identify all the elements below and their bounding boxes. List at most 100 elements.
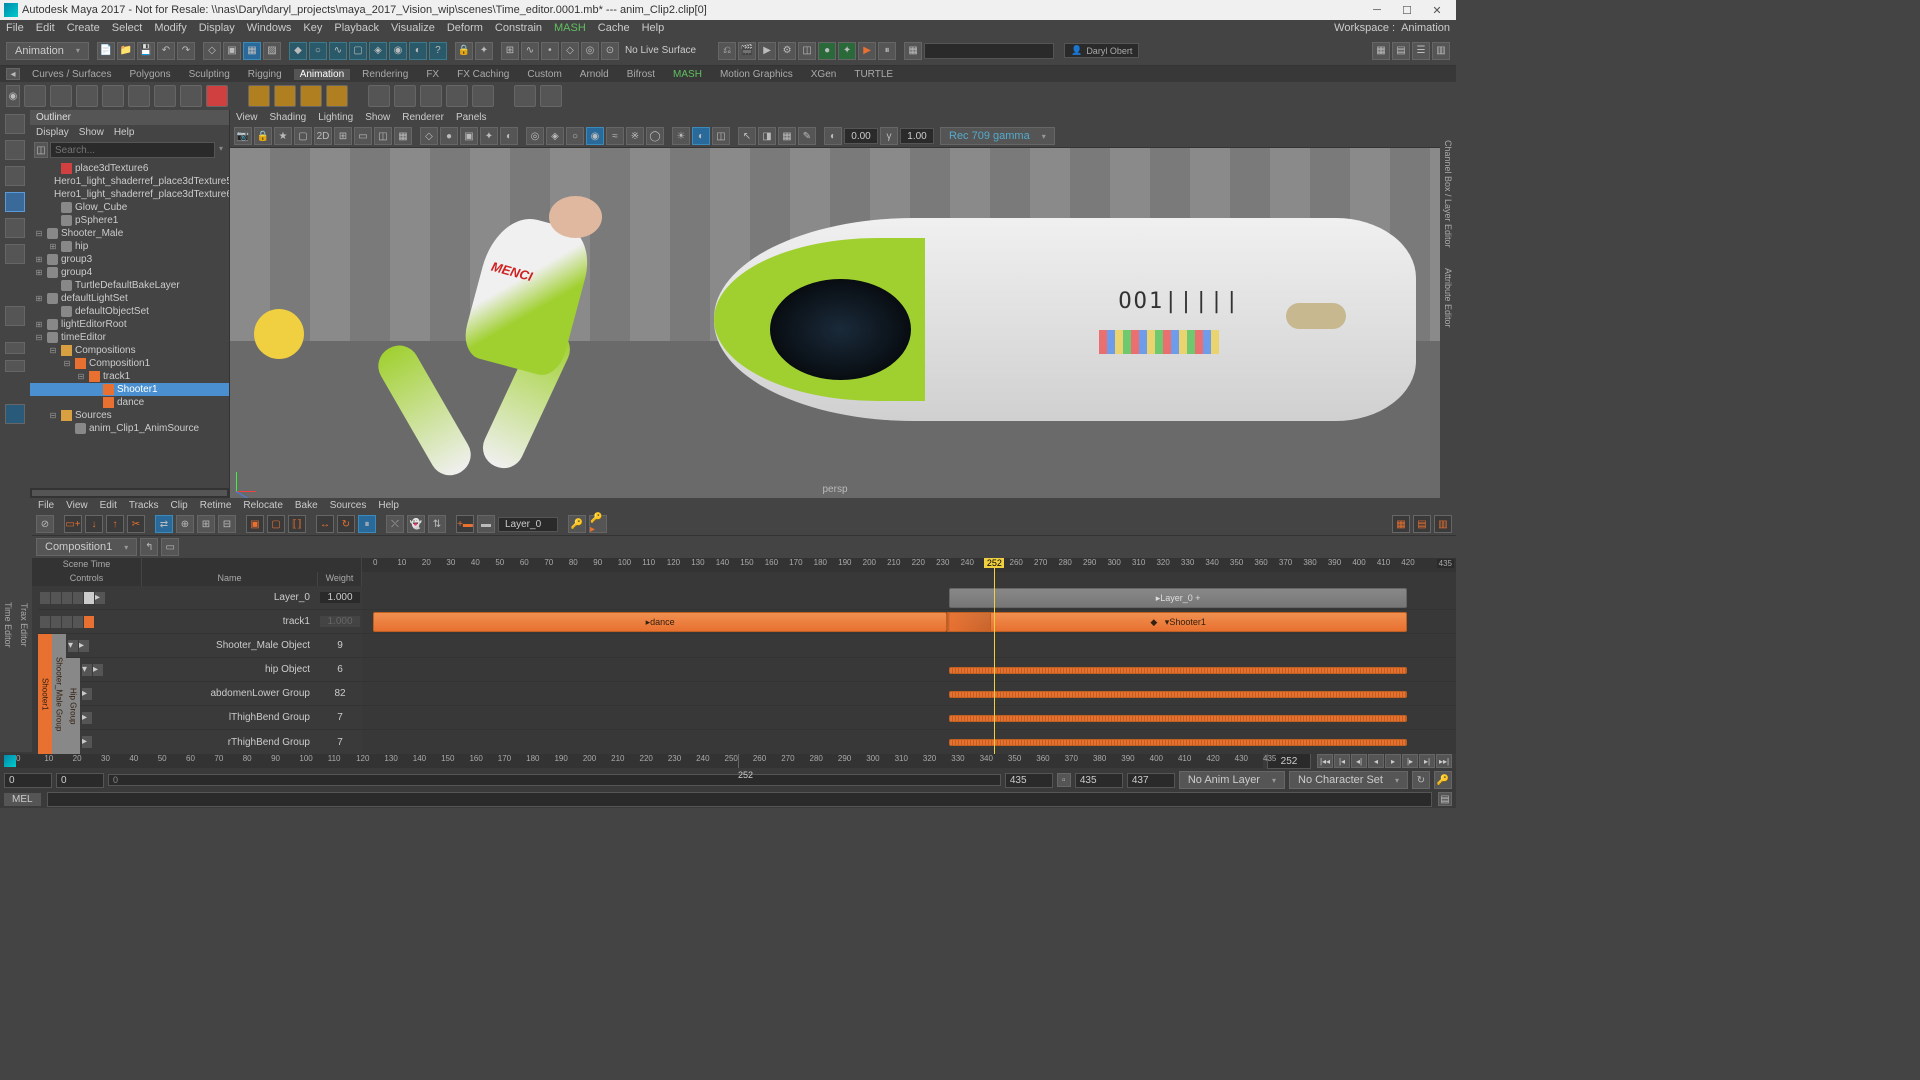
shelf-tab-fxcaching[interactable]: FX Caching <box>451 69 515 80</box>
menu-playback[interactable]: Playback <box>334 22 379 34</box>
time-slider[interactable]: 252 010203040506070809010011012013014015… <box>16 754 1263 768</box>
vp-menu-renderer[interactable]: Renderer <box>402 112 444 123</box>
shelf-quickrig-icon[interactable] <box>540 85 562 107</box>
vp-dof-icon[interactable]: ◯ <box>646 127 664 145</box>
shelf-setanimkey-icon[interactable] <box>50 85 72 107</box>
snap-grid-icon[interactable]: ⊞ <box>501 42 519 60</box>
mask-joint-icon[interactable]: ○ <box>309 42 327 60</box>
render-view-icon[interactable]: ◫ <box>798 42 816 60</box>
outliner-item[interactable]: Hero1_light_shaderref_place3dTexture6 <box>30 188 229 201</box>
step-forward-icon[interactable]: |▸ <box>1402 754 1418 768</box>
vp-greasepencil-icon[interactable]: ✎ <box>798 127 816 145</box>
te-track-shooter-obj[interactable]: ▾▸ Shooter_Male Object 9 <box>66 634 362 658</box>
outliner-item[interactable]: Hero1_light_shaderref_place3dTexture5 <box>30 175 229 188</box>
te-loop-icon[interactable]: ↻ <box>337 515 355 533</box>
mask-surface-icon[interactable]: ▢ <box>349 42 367 60</box>
te-snap2-icon[interactable]: ⊞ <box>197 515 215 533</box>
vp-ao-icon[interactable]: ◉ <box>586 127 604 145</box>
shelf-splineik-icon[interactable] <box>394 85 416 107</box>
te-crossfade-icon[interactable]: ⤬ <box>386 515 404 533</box>
te-track-lthigh[interactable]: ▸ lThighBend Group 7 <box>80 706 362 730</box>
te-track-track1[interactable]: track1 1.000 <box>38 610 362 634</box>
outliner-item[interactable]: ⊞group3 <box>30 253 229 266</box>
autokey-toggle-icon[interactable]: 🔑 <box>1434 771 1452 789</box>
te-track-abdomen[interactable]: ▸ abdomenLower Group 82 <box>80 682 362 706</box>
range-start-inner[interactable]: 0 <box>56 773 104 788</box>
te-group-shooter1[interactable]: Shooter1 <box>38 634 52 754</box>
vp-color-mgmt-icon[interactable]: ◐ <box>692 127 710 145</box>
te-menu-relocate[interactable]: Relocate <box>243 500 282 511</box>
range-start-outer[interactable]: 0 <box>4 773 52 788</box>
te-keyframes-lthigh[interactable] <box>949 715 1406 722</box>
menu-cache[interactable]: Cache <box>598 22 630 34</box>
sidebar-toggle-2-icon[interactable]: ▤ <box>1392 42 1410 60</box>
outliner-item[interactable]: ⊟Composition1 <box>30 357 229 370</box>
vp-shaded-icon[interactable]: ● <box>440 127 458 145</box>
te-group-hip[interactable]: Hip Group <box>66 658 80 754</box>
outliner-item[interactable]: ⊟Compositions <box>30 344 229 357</box>
outliner-item[interactable]: defaultObjectSet <box>30 305 229 318</box>
character-set-dropdown[interactable]: No Character Set <box>1289 771 1408 789</box>
te-scale-icon[interactable]: ↔ <box>316 515 334 533</box>
tab-channel-box[interactable]: Channel Box / Layer Editor <box>1443 130 1453 258</box>
te-composition-dropdown[interactable]: Composition1 <box>36 538 137 556</box>
goto-start-icon[interactable]: |◂◂ <box>1317 754 1333 768</box>
paint-select-tool-icon[interactable] <box>5 166 25 186</box>
menu-edit[interactable]: Edit <box>36 22 55 34</box>
playblast-icon[interactable]: ▶ <box>858 42 876 60</box>
snap-curve-icon[interactable]: ∿ <box>521 42 539 60</box>
outliner-tree[interactable]: place3dTexture6Hero1_light_shaderref_pla… <box>30 160 229 488</box>
user-badge[interactable]: 👤 Daryl Obert <box>1064 43 1139 58</box>
move-tool-icon[interactable] <box>5 192 25 212</box>
mask-misc-icon[interactable]: ? <box>429 42 447 60</box>
shelf-tab-fx[interactable]: FX <box>420 69 445 80</box>
vp-gate-mask-icon[interactable]: ▦ <box>394 127 412 145</box>
te-addlayer-icon[interactable]: +▬ <box>456 515 474 533</box>
vp-textured-icon[interactable]: ▣ <box>460 127 478 145</box>
mask-curve-icon[interactable]: ∿ <box>329 42 347 60</box>
vp-2d-icon[interactable]: 2D <box>314 127 332 145</box>
te-ripple-icon[interactable]: ⇄ <box>155 515 173 533</box>
menu-create[interactable]: Create <box>67 22 100 34</box>
mask-render-icon[interactable]: ◐ <box>409 42 427 60</box>
new-scene-icon[interactable]: 📄 <box>97 42 115 60</box>
shelf-scale-icon[interactable] <box>326 85 348 107</box>
vp-menu-show[interactable]: Show <box>365 112 390 123</box>
te-ungroup-icon[interactable]: ▢ <box>267 515 285 533</box>
te-match-icon[interactable]: ⇅ <box>428 515 446 533</box>
tab-time-editor[interactable]: Time Editor <box>3 602 13 648</box>
outliner-menu-help[interactable]: Help <box>114 127 135 138</box>
timeslider-playhead[interactable]: 252 <box>738 754 739 768</box>
outliner-item[interactable]: place3dTexture6 <box>30 162 229 175</box>
vp-select-camera-icon[interactable]: 📷 <box>234 127 252 145</box>
te-group-icon[interactable]: ▣ <box>246 515 264 533</box>
te-clip-shooter1[interactable]: ◆ ▾ Shooter1 <box>949 612 1406 632</box>
outliner-search-input[interactable] <box>50 142 215 158</box>
te-comp-up-icon[interactable]: ↰ <box>140 538 158 556</box>
play-back-icon[interactable]: ◂ <box>1368 754 1384 768</box>
te-keyframes-rthigh[interactable] <box>949 739 1406 746</box>
te-menu-edit[interactable]: Edit <box>100 500 117 511</box>
step-back-key-icon[interactable]: |◂ <box>1334 754 1350 768</box>
menu-file[interactable]: File <box>6 22 24 34</box>
undo-icon[interactable]: ↶ <box>157 42 175 60</box>
outliner-item[interactable]: ⊟track1 <box>30 370 229 383</box>
lasso-tool-icon[interactable] <box>5 140 25 160</box>
outliner-item[interactable]: ⊞hip <box>30 240 229 253</box>
layout-single-icon[interactable] <box>5 342 25 354</box>
range-end-inner[interactable]: 435 <box>1005 773 1053 788</box>
shelf-tab-bifrost[interactable]: Bifrost <box>621 69 661 80</box>
menu-key[interactable]: Key <box>303 22 322 34</box>
te-menu-tracks[interactable]: Tracks <box>129 500 159 511</box>
te-snap3-icon[interactable]: ⊟ <box>218 515 236 533</box>
anim-layer-dropdown[interactable]: No Anim Layer <box>1179 771 1285 789</box>
script-lang-toggle[interactable]: MEL <box>4 793 41 806</box>
shelf-tab-sculpting[interactable]: Sculpting <box>183 69 236 80</box>
rotate-tool-icon[interactable] <box>5 218 25 238</box>
shelf-parent-icon[interactable] <box>248 85 270 107</box>
menu-display[interactable]: Display <box>199 22 235 34</box>
menu-select[interactable]: Select <box>112 22 143 34</box>
shelf-editor-icon[interactable]: ◂ <box>6 68 20 80</box>
select-tool-icon[interactable] <box>5 114 25 134</box>
sidebar-toggle-3-icon[interactable]: ☰ <box>1412 42 1430 60</box>
